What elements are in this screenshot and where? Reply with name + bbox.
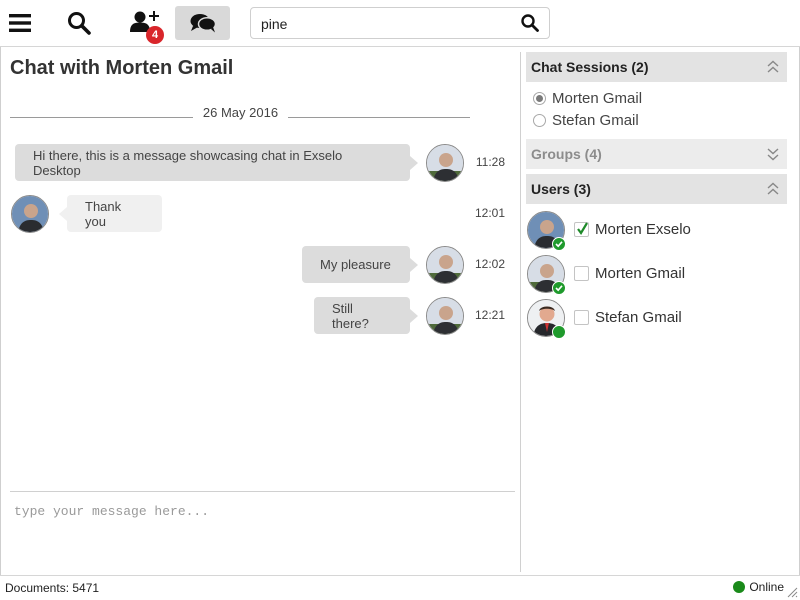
search-input[interactable]: [261, 14, 511, 34]
toolbar: 4: [0, 0, 800, 47]
radio-button[interactable]: [533, 113, 546, 127]
chat-session-item[interactable]: Stefan Gmail: [533, 110, 639, 130]
chat-date: 26 May 2016: [202, 105, 279, 120]
chat-title: Chat with Morten Gmail: [10, 57, 234, 79]
user-name: Morten Exselo: [595, 221, 691, 238]
users-title: Users (3): [531, 181, 591, 197]
chat-session-label: Stefan Gmail: [552, 111, 639, 129]
radio-button[interactable]: [533, 91, 546, 105]
user-checkbox[interactable]: [574, 222, 589, 237]
divider: [10, 491, 515, 492]
avatar[interactable]: [426, 144, 464, 182]
search-submit-button[interactable]: [521, 14, 539, 37]
groups-header[interactable]: Groups (4): [526, 139, 787, 169]
user-item[interactable]: Stefan Gmail: [527, 299, 787, 339]
online-status-icon: [733, 581, 746, 593]
online-label: Online: [749, 580, 784, 594]
hamburger-icon: [9, 14, 31, 32]
message-bubble-outgoing[interactable]: Hi there, this is a message showcasing c…: [15, 144, 418, 181]
user-item[interactable]: Morten Gmail: [527, 255, 787, 295]
users-header[interactable]: Users (3): [526, 174, 787, 204]
chat-sessions-header[interactable]: Chat Sessions (2): [526, 52, 787, 82]
chat-bubbles-icon: [190, 14, 216, 33]
resize-grip-icon[interactable]: [786, 586, 798, 598]
avatar[interactable]: [426, 246, 464, 284]
online-check-icon: [552, 237, 566, 251]
message-bubble-outgoing[interactable]: Still there?: [314, 297, 418, 334]
divider: [288, 117, 470, 118]
search-box: [250, 7, 550, 39]
checkmark-icon: [577, 222, 588, 235]
online-status-icon: [552, 325, 566, 339]
notification-badge: 4: [146, 26, 164, 44]
message-time: 11:28: [475, 155, 505, 169]
search-toolbar-button[interactable]: [52, 6, 106, 40]
add-user-button[interactable]: 4: [118, 6, 172, 44]
status-bar: Documents: 5471 Online: [0, 575, 800, 600]
avatar[interactable]: [11, 195, 49, 233]
online-status: Online: [733, 580, 784, 594]
chat-sessions-title: Chat Sessions (2): [531, 59, 649, 75]
documents-count: Documents: 5471: [5, 581, 100, 595]
chevron-up-icon: [767, 60, 779, 73]
date-separator: 26 May 2016: [10, 104, 470, 124]
message-input[interactable]: [12, 502, 512, 562]
message-bubble-outgoing[interactable]: My pleasure: [302, 246, 418, 283]
user-name: Morten Gmail: [595, 265, 686, 282]
chat-session-item[interactable]: Morten Gmail: [533, 88, 642, 108]
chevron-up-icon: [767, 182, 779, 195]
user-name: Stefan Gmail: [595, 309, 682, 326]
pane-divider[interactable]: [520, 52, 521, 572]
message-time: 12:21: [474, 308, 505, 322]
online-check-icon: [552, 281, 566, 295]
user-item[interactable]: Morten Exselo: [527, 211, 787, 251]
message-bubble-incoming[interactable]: Thank you: [59, 195, 162, 232]
search-icon: [521, 14, 539, 32]
chat-session-label: Morten Gmail: [552, 89, 643, 107]
groups-title: Groups (4): [531, 146, 602, 162]
chat-toolbar-button[interactable]: [175, 6, 230, 40]
menu-button[interactable]: [0, 6, 40, 40]
avatar[interactable]: [426, 297, 464, 335]
message-time: 12:01: [474, 206, 505, 220]
search-icon: [68, 12, 91, 35]
message-time: 12:02: [474, 257, 505, 271]
chevron-down-icon: [767, 148, 779, 161]
divider: [10, 117, 193, 118]
user-checkbox[interactable]: [574, 266, 589, 281]
user-checkbox[interactable]: [574, 310, 589, 325]
